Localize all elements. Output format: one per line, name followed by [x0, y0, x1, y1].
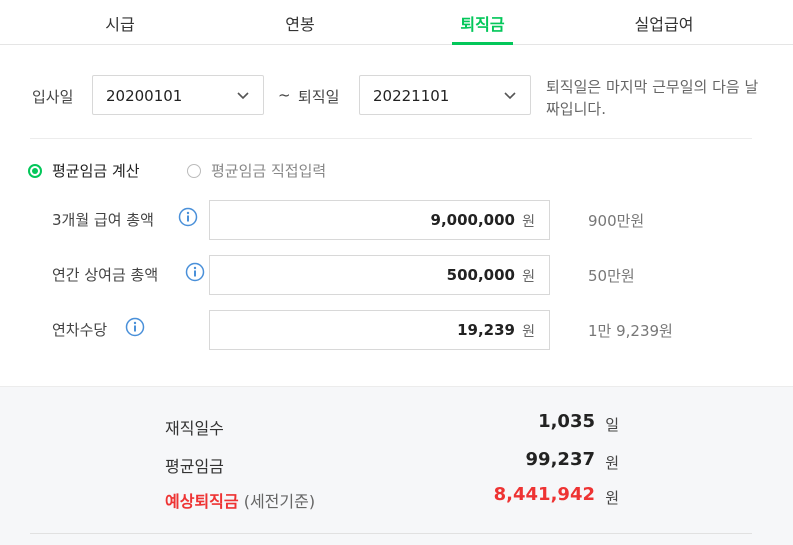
radio-label: 평균임금 직접입력 — [211, 162, 327, 180]
field-3month-salary: 3개월 급여 총액 9,000,000 원 900만원 — [52, 200, 752, 240]
start-date-value: 20200101 — [106, 87, 183, 105]
tab-severance[interactable]: 퇴직금 — [452, 0, 513, 45]
radio-average-wage-direct[interactable]: 평균임금 직접입력 — [187, 160, 326, 181]
severance-label: 예상퇴직금 — [165, 492, 239, 511]
calc-mode-group: 평균임금 계산 평균임금 직접입력 — [28, 160, 528, 184]
result-label: 재직일수 — [165, 419, 224, 438]
input-value: 9,000,000 — [430, 211, 515, 229]
divider — [30, 533, 752, 534]
result-unit: 일 — [605, 416, 619, 434]
result-label: 평균임금 — [165, 457, 224, 476]
tab-bar: 시급 연봉 퇴직금 실업급여 — [0, 0, 793, 45]
tab-unemployment[interactable]: 실업급여 — [614, 0, 714, 45]
bonus-input[interactable]: 500,000 원 — [209, 255, 550, 295]
result-value: 99,237 — [525, 449, 595, 470]
end-date-value: 20221101 — [373, 87, 450, 105]
input-value: 500,000 — [446, 266, 515, 284]
start-date-label: 입사일 — [32, 88, 74, 106]
result-panel: 재직일수 1,035 일 평균임금 99,237 원 예상퇴직금 (세전기준) … — [0, 386, 793, 545]
result-severance: 예상퇴직금 (세전기준) 8,441,942 원 — [165, 484, 625, 512]
radio-selected-icon — [28, 163, 42, 178]
salary-input[interactable]: 9,000,000 원 — [209, 200, 550, 240]
field-label: 연간 상여금 총액 — [52, 266, 159, 284]
severance-value: 8,441,942 — [493, 484, 595, 505]
result-value: 1,035 — [538, 411, 595, 432]
start-date-select[interactable]: 20200101 — [92, 75, 264, 115]
severance-sublabel: (세전기준) — [243, 492, 316, 511]
end-date-note: 퇴직일은 마지막 근무일의 다음 날짜입니다. — [546, 78, 759, 118]
radio-average-wage-calc[interactable]: 평균임금 계산 — [28, 160, 140, 181]
field-label: 연차수당 — [52, 321, 108, 339]
result-unit: 원 — [605, 454, 619, 472]
korean-amount: 900만원 — [588, 212, 645, 230]
chevron-down-icon — [504, 92, 516, 100]
input-unit: 원 — [522, 269, 535, 285]
info-icon[interactable] — [125, 317, 145, 337]
info-icon[interactable] — [185, 262, 205, 282]
result-label: 예상퇴직금 (세전기준) — [165, 488, 315, 512]
chevron-down-icon — [237, 92, 249, 100]
radio-unselected-icon — [187, 163, 201, 178]
date-separator: ~ — [278, 86, 291, 104]
input-unit: 원 — [522, 214, 535, 230]
tab-annual-salary[interactable]: 연봉 — [250, 0, 350, 45]
input-unit: 원 — [522, 324, 535, 340]
field-annual-bonus: 연간 상여금 총액 500,000 원 50만원 — [52, 255, 752, 295]
tab-hourly[interactable]: 시급 — [70, 0, 170, 45]
input-value: 19,239 — [457, 321, 515, 339]
end-date-label: 퇴직일 — [298, 88, 340, 106]
field-annual-leave-pay: 연차수당 19,239 원 1만 9,239원 — [52, 310, 752, 350]
info-icon[interactable] — [178, 207, 198, 227]
radio-label: 평균임금 계산 — [52, 162, 140, 180]
field-label: 3개월 급여 총액 — [52, 211, 154, 229]
date-row: 입사일 20200101 ~ 퇴직일 20221101 퇴직일은 마지막 근무일… — [32, 75, 772, 118]
leave-pay-input[interactable]: 19,239 원 — [209, 310, 550, 350]
end-date-select[interactable]: 20221101 — [359, 75, 531, 115]
korean-amount: 50만원 — [588, 267, 635, 285]
divider — [30, 138, 752, 139]
result-average-wage: 평균임금 99,237 원 — [165, 449, 625, 477]
result-days: 재직일수 1,035 일 — [165, 411, 625, 439]
result-unit: 원 — [605, 489, 619, 507]
korean-amount: 1만 9,239원 — [588, 322, 673, 340]
